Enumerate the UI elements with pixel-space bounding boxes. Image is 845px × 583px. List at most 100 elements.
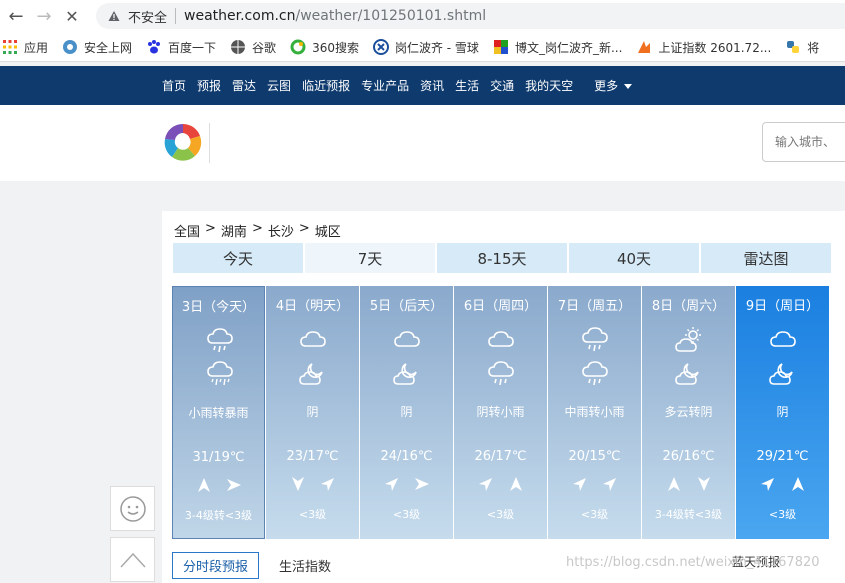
tab-hourly-forecast[interactable]: 分时段预报 bbox=[172, 552, 260, 579]
tab-life-index[interactable]: 生活指数 bbox=[279, 556, 331, 575]
crumb-china[interactable]: 全国 bbox=[174, 221, 200, 240]
smiley-chat-icon bbox=[119, 495, 146, 522]
python-icon bbox=[787, 41, 800, 53]
bookmarks-bar: 应用 安全上网 百度一下 谷歌 360搜索 岗仁波齐 - 雪球 博文_岗仁波齐_… bbox=[0, 33, 845, 62]
wind-direction bbox=[642, 476, 735, 492]
wind-arrow-icon bbox=[760, 478, 774, 491]
day-list: 3日（今天） 小雨转暴雨 31/19℃ 3-4级转<3级 4日（明天） 阴 23/17℃ <3… bbox=[172, 286, 842, 539]
overcast-moon-icon bbox=[769, 363, 793, 385]
site-nav: 首页 预报 雷达 云图 临近预报 专业产品 资讯 生活 交通 我的天空 更多 bbox=[0, 66, 845, 105]
wind-arrow-icon bbox=[226, 479, 241, 491]
nav-item-life[interactable]: 生活 bbox=[455, 77, 479, 94]
wind-direction bbox=[360, 476, 453, 492]
day-date: 7日（周五） bbox=[557, 299, 632, 314]
wind-arrow-icon bbox=[791, 477, 804, 491]
nav-item-products[interactable]: 专业产品 bbox=[361, 77, 409, 94]
chevron-down-icon bbox=[624, 83, 633, 89]
day-temperature: 26/17℃ bbox=[474, 449, 527, 464]
day-weather-desc: 阴转小雨 bbox=[476, 405, 525, 419]
wind-direction bbox=[454, 476, 547, 492]
forecast-tabs: 今天 7天 8-15天 40天 雷达图 bbox=[173, 243, 833, 273]
wind-arrow-icon bbox=[320, 478, 334, 491]
wind-arrow-icon bbox=[697, 477, 710, 491]
bookmark-python[interactable]: 将 bbox=[785, 39, 819, 56]
rain-icon bbox=[488, 361, 514, 386]
wind-arrow-icon bbox=[414, 478, 429, 490]
day-weather-desc: 阴 bbox=[776, 405, 789, 419]
url-input[interactable]: 不安全 weather.com.cn /weather/101250101.sh… bbox=[96, 3, 845, 29]
nav-item-more[interactable]: 更多 bbox=[594, 77, 633, 94]
day-weather-desc: 阴 bbox=[306, 405, 319, 419]
back-to-top-button[interactable] bbox=[110, 537, 155, 582]
baidu-paw-icon bbox=[148, 40, 161, 54]
apps-grid-icon bbox=[3, 40, 17, 54]
nav-item-traffic[interactable]: 交通 bbox=[490, 77, 514, 94]
forecast-panel: 全国 > 湖南 > 长沙 > 城区 今天 7天 8-15天 40天 雷达图 3日… bbox=[162, 211, 845, 583]
city-search-input[interactable]: 输入城市、 bbox=[762, 122, 845, 162]
day-card[interactable]: 4日（明天） 阴 23/17℃ <3级 bbox=[266, 286, 359, 539]
tab-radar[interactable]: 雷达图 bbox=[701, 243, 831, 273]
day-wind-level: 3-4级转<3级 bbox=[654, 508, 723, 521]
bookmark-google[interactable]: 谷歌 bbox=[230, 39, 276, 56]
crumb-changsha[interactable]: 长沙 bbox=[268, 221, 294, 240]
day-wind-level: 3-4级转<3级 bbox=[184, 509, 253, 522]
breadcrumb: 全国 > 湖南 > 长沙 > 城区 bbox=[174, 221, 341, 240]
insecure-label: 不安全 bbox=[128, 10, 168, 26]
crumb-hunan[interactable]: 湖南 bbox=[221, 221, 247, 240]
wind-direction bbox=[266, 476, 359, 492]
url-path: /weather/101250101.shtml bbox=[295, 8, 487, 24]
day-card[interactable]: 6日（周四） 阴转小雨 26/17℃ <3级 bbox=[454, 286, 547, 539]
day-date: 6日（周四） bbox=[463, 299, 538, 314]
nav-item-nowcast[interactable]: 临近预报 bbox=[302, 77, 350, 94]
wind-direction bbox=[736, 476, 829, 492]
tab-8-15day[interactable]: 8-15天 bbox=[437, 243, 567, 273]
day-card[interactable]: 8日（周六） 多云转阴 26/16℃ 3-4级转<3级 bbox=[642, 286, 735, 539]
bookmark-360[interactable]: 360搜索 bbox=[290, 39, 359, 56]
bookmark-apps[interactable]: 应用 bbox=[2, 39, 48, 56]
rain-icon bbox=[207, 328, 233, 353]
day-wind-level: <3级 bbox=[768, 508, 797, 521]
bookmark-blog[interactable]: 博文_岗仁波齐_新... bbox=[493, 39, 622, 56]
chevron-up-icon bbox=[119, 552, 146, 568]
day-weather-desc: 中雨转小雨 bbox=[564, 405, 625, 419]
bookmark-xueqiu[interactable]: 岗仁波齐 - 雪球 bbox=[372, 39, 479, 56]
tab-7day[interactable]: 7天 bbox=[305, 243, 435, 273]
bookmark-stock[interactable]: 上证指数 2601.72... bbox=[636, 39, 771, 56]
day-card[interactable]: 9日（周日） 阴 29/21℃ <3级 bbox=[736, 286, 829, 539]
nav-item-news[interactable]: 资讯 bbox=[420, 77, 444, 94]
nav-item-home[interactable]: 首页 bbox=[162, 77, 186, 94]
day-date: 9日（周日） bbox=[745, 299, 820, 314]
tab-40day[interactable]: 40天 bbox=[569, 243, 699, 273]
overcast-moon-icon bbox=[675, 363, 699, 385]
cloud-icon bbox=[300, 331, 326, 347]
tab-today[interactable]: 今天 bbox=[173, 243, 303, 273]
nav-item-radar[interactable]: 雷达 bbox=[232, 77, 256, 94]
heavy-rain-icon bbox=[207, 361, 233, 386]
stop-loading-icon[interactable]: ✕ bbox=[60, 5, 84, 29]
nav-item-my-sky[interactable]: 我的天空 bbox=[525, 77, 573, 94]
weather-logo-icon[interactable] bbox=[162, 121, 204, 163]
day-weather-desc: 多云转阴 bbox=[664, 405, 713, 419]
day-wind-level: <3级 bbox=[486, 508, 515, 521]
nav-item-cloud[interactable]: 云图 bbox=[267, 77, 291, 94]
bookmark-safe-browse[interactable]: 安全上网 bbox=[62, 39, 132, 56]
wind-arrow-icon bbox=[667, 477, 680, 491]
wind-direction bbox=[548, 476, 641, 492]
cloud-icon bbox=[394, 331, 420, 347]
day-card[interactable]: 5日（后天） 阴 24/16℃ <3级 bbox=[360, 286, 453, 539]
day-temperature: 24/16℃ bbox=[380, 449, 433, 464]
cloud-icon bbox=[488, 331, 514, 347]
day-card[interactable]: 3日（今天） 小雨转暴雨 31/19℃ 3-4级转<3级 bbox=[172, 286, 265, 539]
360-icon bbox=[290, 39, 306, 55]
forward-arrow-icon[interactable]: → bbox=[32, 5, 56, 29]
logo-divider bbox=[209, 123, 210, 163]
back-arrow-icon[interactable]: ← bbox=[4, 5, 28, 29]
feedback-button[interactable] bbox=[110, 486, 155, 531]
globe-icon bbox=[231, 40, 246, 54]
nav-item-forecast[interactable]: 预报 bbox=[197, 77, 221, 94]
day-card[interactable]: 7日（周五） 中雨转小雨 20/15℃ <3级 bbox=[548, 286, 641, 539]
day-date: 3日（今天） bbox=[181, 300, 256, 315]
wind-direction bbox=[173, 477, 264, 493]
bookmark-baidu[interactable]: 百度一下 bbox=[146, 39, 216, 56]
day-date: 4日（明天） bbox=[275, 299, 350, 314]
